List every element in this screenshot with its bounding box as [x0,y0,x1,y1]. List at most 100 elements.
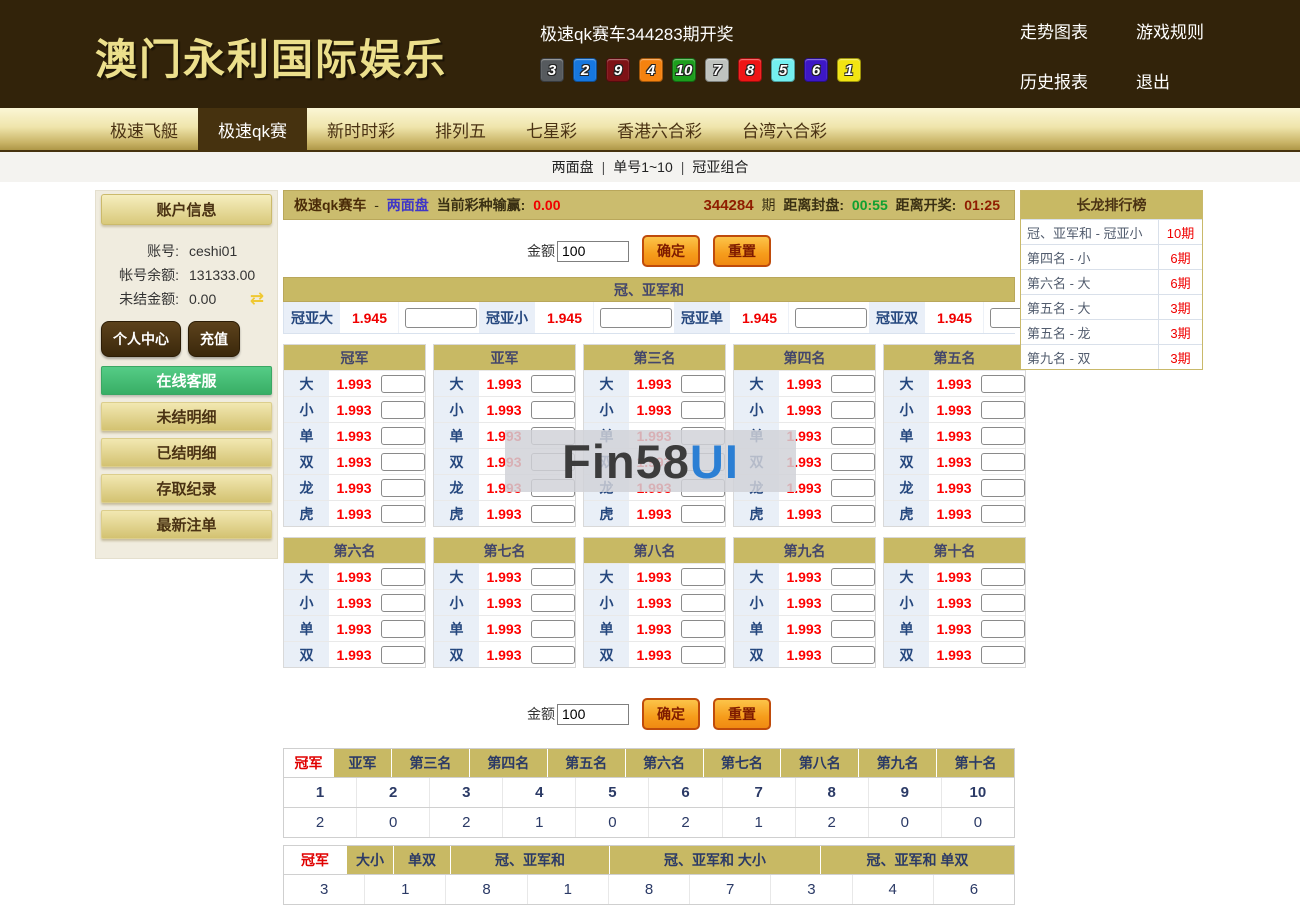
two-side-header-3[interactable]: 冠、亚军和 [451,846,610,874]
bet-amount-input[interactable] [531,567,575,586]
bet-amount-input[interactable] [831,426,875,445]
sidebar-menu-button-3[interactable]: 存取纪录 [101,474,272,503]
bet-amount-input[interactable] [681,645,725,664]
bet-amount-input[interactable] [381,567,425,586]
sidebar-menu-button-1[interactable]: 未结明细 [101,402,272,431]
bet-amount-input[interactable] [831,504,875,523]
bet-amount-input[interactable] [531,645,575,664]
bet-amount-input[interactable] [981,400,1025,419]
bet-amount-input[interactable] [831,593,875,612]
bet-odds: 1.993 [336,427,372,444]
bet-amount-input[interactable] [381,593,425,612]
header-link-2[interactable]: 历史报表 [1020,68,1088,93]
subnav-item-0[interactable]: 两面盘 [552,157,594,177]
bet-amount-input[interactable] [681,619,725,638]
bet-amount-input[interactable] [381,504,425,523]
confirm-button[interactable]: 确定 [642,698,700,730]
bet-amount-input[interactable] [981,478,1025,497]
nav-tab-0[interactable]: 极速飞艇 [90,108,198,150]
number-board-tab-5[interactable]: 第六名 [626,749,704,777]
sum-bet-input[interactable] [600,307,672,328]
bet-amount-input[interactable] [531,619,575,638]
subnav: 两面盘 | 单号1~10 | 冠亚组合 [0,152,1300,182]
bet-odds: 1.993 [336,505,372,522]
two-side-header-0[interactable]: 冠军 [284,846,347,874]
bet-amount-input[interactable] [831,567,875,586]
subnav-item-2[interactable]: 冠亚组合 [692,157,748,177]
amount-input[interactable] [557,703,629,725]
bet-amount-input[interactable] [681,593,725,612]
number-board-counts: 2021021200 [284,807,1014,837]
sum-bet-input[interactable] [795,307,867,328]
bet-amount-input[interactable] [981,374,1025,393]
bet-amount-input[interactable] [981,452,1025,471]
nav-tab-3[interactable]: 排列五 [415,108,506,150]
number-board-tab-0[interactable]: 冠军 [284,749,334,777]
confirm-button[interactable]: 确定 [642,235,700,267]
bet-amount-input[interactable] [831,645,875,664]
bet-input-cell [378,564,425,589]
bet-amount-input[interactable] [831,400,875,419]
bet-amount-input[interactable] [981,619,1025,638]
sidebar-menu-button-0[interactable]: 在线客服 [101,366,272,395]
bet-amount-input[interactable] [381,374,425,393]
sidebar-small-button-1[interactable]: 充值 [188,321,240,357]
header-link-0[interactable]: 走势图表 [1020,18,1088,43]
number-board-tab-4[interactable]: 第五名 [548,749,626,777]
bet-amount-input[interactable] [681,400,725,419]
nav-tab-5[interactable]: 香港六合彩 [597,108,722,150]
number-board-tab-9[interactable]: 第十名 [937,749,1014,777]
bet-amount-input[interactable] [531,504,575,523]
bet-amount-input[interactable] [981,426,1025,445]
nav-tab-4[interactable]: 七星彩 [506,108,597,150]
bet-amount-input[interactable] [981,567,1025,586]
bet-amount-input[interactable] [381,619,425,638]
bet-amount-input[interactable] [831,619,875,638]
sidebar-small-button-0[interactable]: 个人中心 [101,321,181,357]
number-board-tab-1[interactable]: 亚军 [334,749,392,777]
bet-amount-input[interactable] [381,426,425,445]
bet-input-cell [828,475,875,500]
sidebar-menu-button-4[interactable]: 最新注单 [101,510,272,539]
reset-button[interactable]: 重置 [713,698,771,730]
number-board-tab-8[interactable]: 第九名 [859,749,938,777]
nav-tab-6[interactable]: 台湾六合彩 [722,108,847,150]
nav-tab-1[interactable]: 极速qk赛 [198,108,307,150]
bet-amount-input[interactable] [831,452,875,471]
bet-amount-input[interactable] [831,374,875,393]
bet-amount-input[interactable] [381,478,425,497]
number-board-tab-7[interactable]: 第八名 [781,749,860,777]
bet-amount-input[interactable] [981,645,1025,664]
nav-tab-2[interactable]: 新时时彩 [307,108,415,150]
sum-bet-input[interactable] [405,307,477,328]
sum-bet-group: 冠亚单 1.945 [672,302,867,333]
bet-amount-input[interactable] [681,504,725,523]
header-link-1[interactable]: 游戏规则 [1136,18,1204,43]
bet-amount-input[interactable] [681,567,725,586]
two-side-header-1[interactable]: 大小 [347,846,394,874]
bet-amount-input[interactable] [381,452,425,471]
bet-amount-input[interactable] [381,645,425,664]
bet-amount-input[interactable] [381,400,425,419]
bet-amount-input[interactable] [531,400,575,419]
number-board-tab-6[interactable]: 第七名 [704,749,782,777]
bet-amount-input[interactable] [681,374,725,393]
number-board-tab-3[interactable]: 第四名 [470,749,548,777]
sidebar-menu: 在线客服未结明细已结明细存取纪录最新注单 [101,366,272,539]
refresh-icon[interactable]: ⇄ [250,289,264,309]
amount-input[interactable] [557,240,629,262]
bet-amount-input[interactable] [531,593,575,612]
bet-amount-input[interactable] [531,374,575,393]
two-side-header-4[interactable]: 冠、亚军和 大小 [610,846,821,874]
sum-bet-group: 冠亚大 1.945 [284,302,477,333]
two-side-header-5[interactable]: 冠、亚军和 单双 [821,846,1014,874]
subnav-item-1[interactable]: 单号1~10 [613,157,673,177]
two-side-header-2[interactable]: 单双 [394,846,451,874]
bet-amount-input[interactable] [981,593,1025,612]
sidebar-menu-button-2[interactable]: 已结明细 [101,438,272,467]
number-board-tab-2[interactable]: 第三名 [392,749,470,777]
header-link-3[interactable]: 退出 [1136,68,1204,93]
reset-button[interactable]: 重置 [713,235,771,267]
bet-amount-input[interactable] [831,478,875,497]
bet-amount-input[interactable] [981,504,1025,523]
